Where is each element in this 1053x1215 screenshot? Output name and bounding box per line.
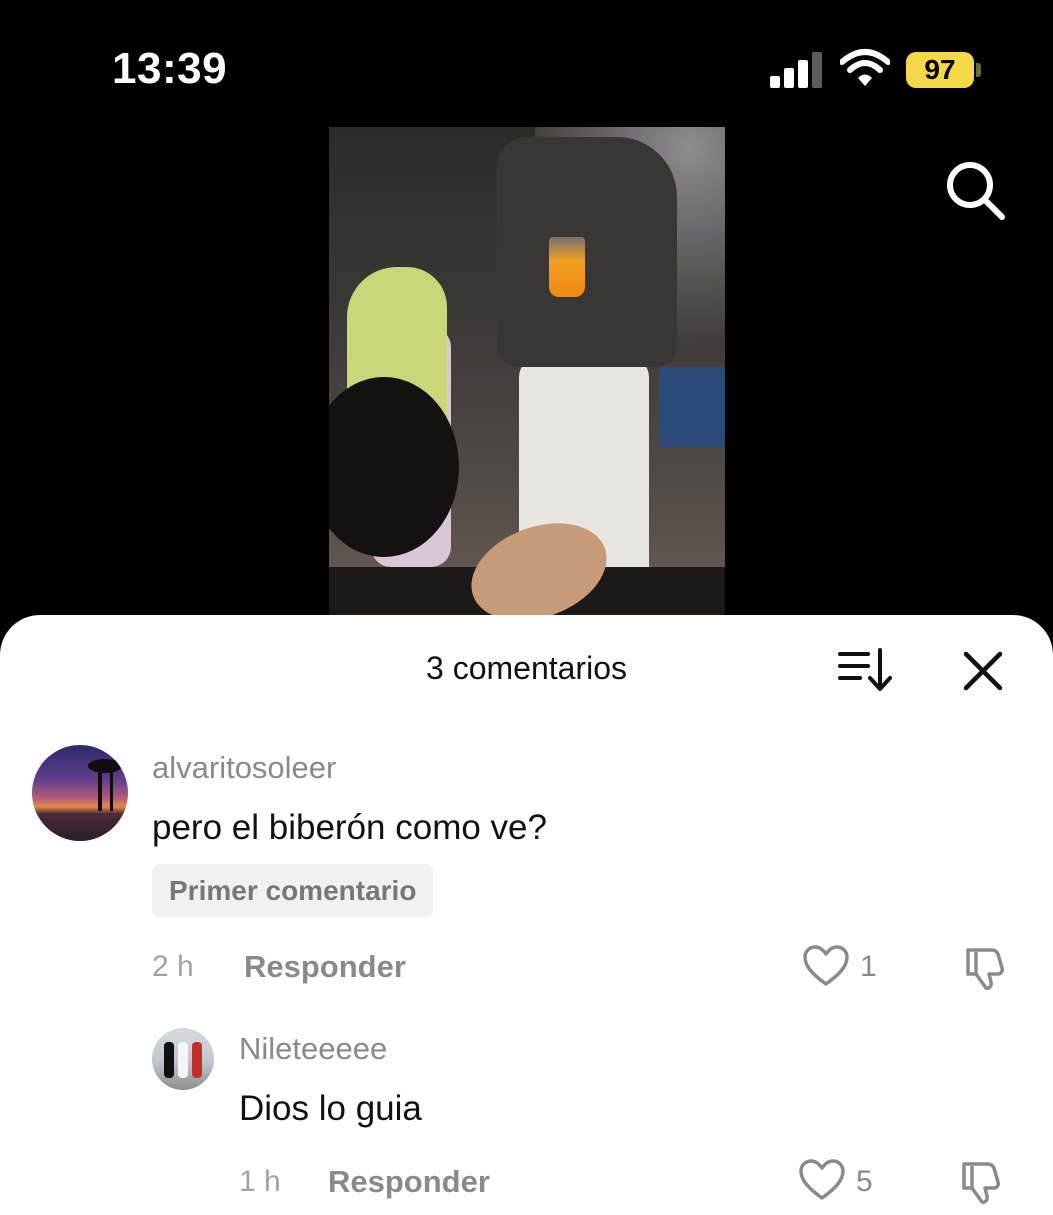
comment-username[interactable]: alvaritosoleer bbox=[152, 750, 336, 786]
heart-icon[interactable] bbox=[798, 1158, 846, 1202]
battery-indicator: 97 bbox=[906, 52, 974, 88]
close-icon[interactable] bbox=[960, 648, 1006, 694]
like-count: 1 bbox=[860, 950, 877, 983]
avatar[interactable] bbox=[152, 1028, 214, 1090]
comment-username[interactable]: Nileteeeee bbox=[239, 1031, 387, 1067]
wifi-icon bbox=[840, 49, 890, 86]
sort-icon[interactable] bbox=[836, 648, 892, 692]
status-time: 13:39 bbox=[112, 44, 228, 93]
comment-text: Dios lo guia bbox=[239, 1089, 422, 1128]
like-count: 5 bbox=[856, 1165, 873, 1198]
battery-nub bbox=[976, 63, 981, 77]
search-icon[interactable] bbox=[940, 155, 1012, 227]
comment-time: 2 h bbox=[152, 950, 194, 983]
palm-trunk bbox=[98, 765, 102, 811]
palm-trunk bbox=[110, 771, 113, 811]
palm-fronds bbox=[88, 759, 122, 773]
avatar-person bbox=[164, 1042, 174, 1078]
dislike-icon[interactable] bbox=[958, 1158, 1006, 1206]
stage-screen bbox=[659, 367, 725, 447]
heart-icon[interactable] bbox=[802, 944, 850, 988]
comment-text: pero el biberón como ve? bbox=[152, 808, 547, 847]
comment-time: 1 h bbox=[239, 1165, 281, 1198]
performer-hoodie bbox=[497, 137, 677, 367]
dislike-icon[interactable] bbox=[962, 944, 1010, 992]
first-comment-badge: Primer comentario bbox=[152, 864, 434, 918]
cellular-signal-icon bbox=[770, 52, 824, 88]
avatar-person bbox=[192, 1042, 202, 1078]
reply-button[interactable]: Responder bbox=[328, 1164, 490, 1200]
drink-cup bbox=[549, 237, 585, 297]
avatar-person bbox=[178, 1042, 188, 1078]
reply-button[interactable]: Responder bbox=[244, 949, 406, 985]
video-player[interactable] bbox=[329, 127, 725, 627]
avatar[interactable] bbox=[32, 745, 128, 841]
comments-title: 3 comentarios bbox=[426, 650, 627, 686]
